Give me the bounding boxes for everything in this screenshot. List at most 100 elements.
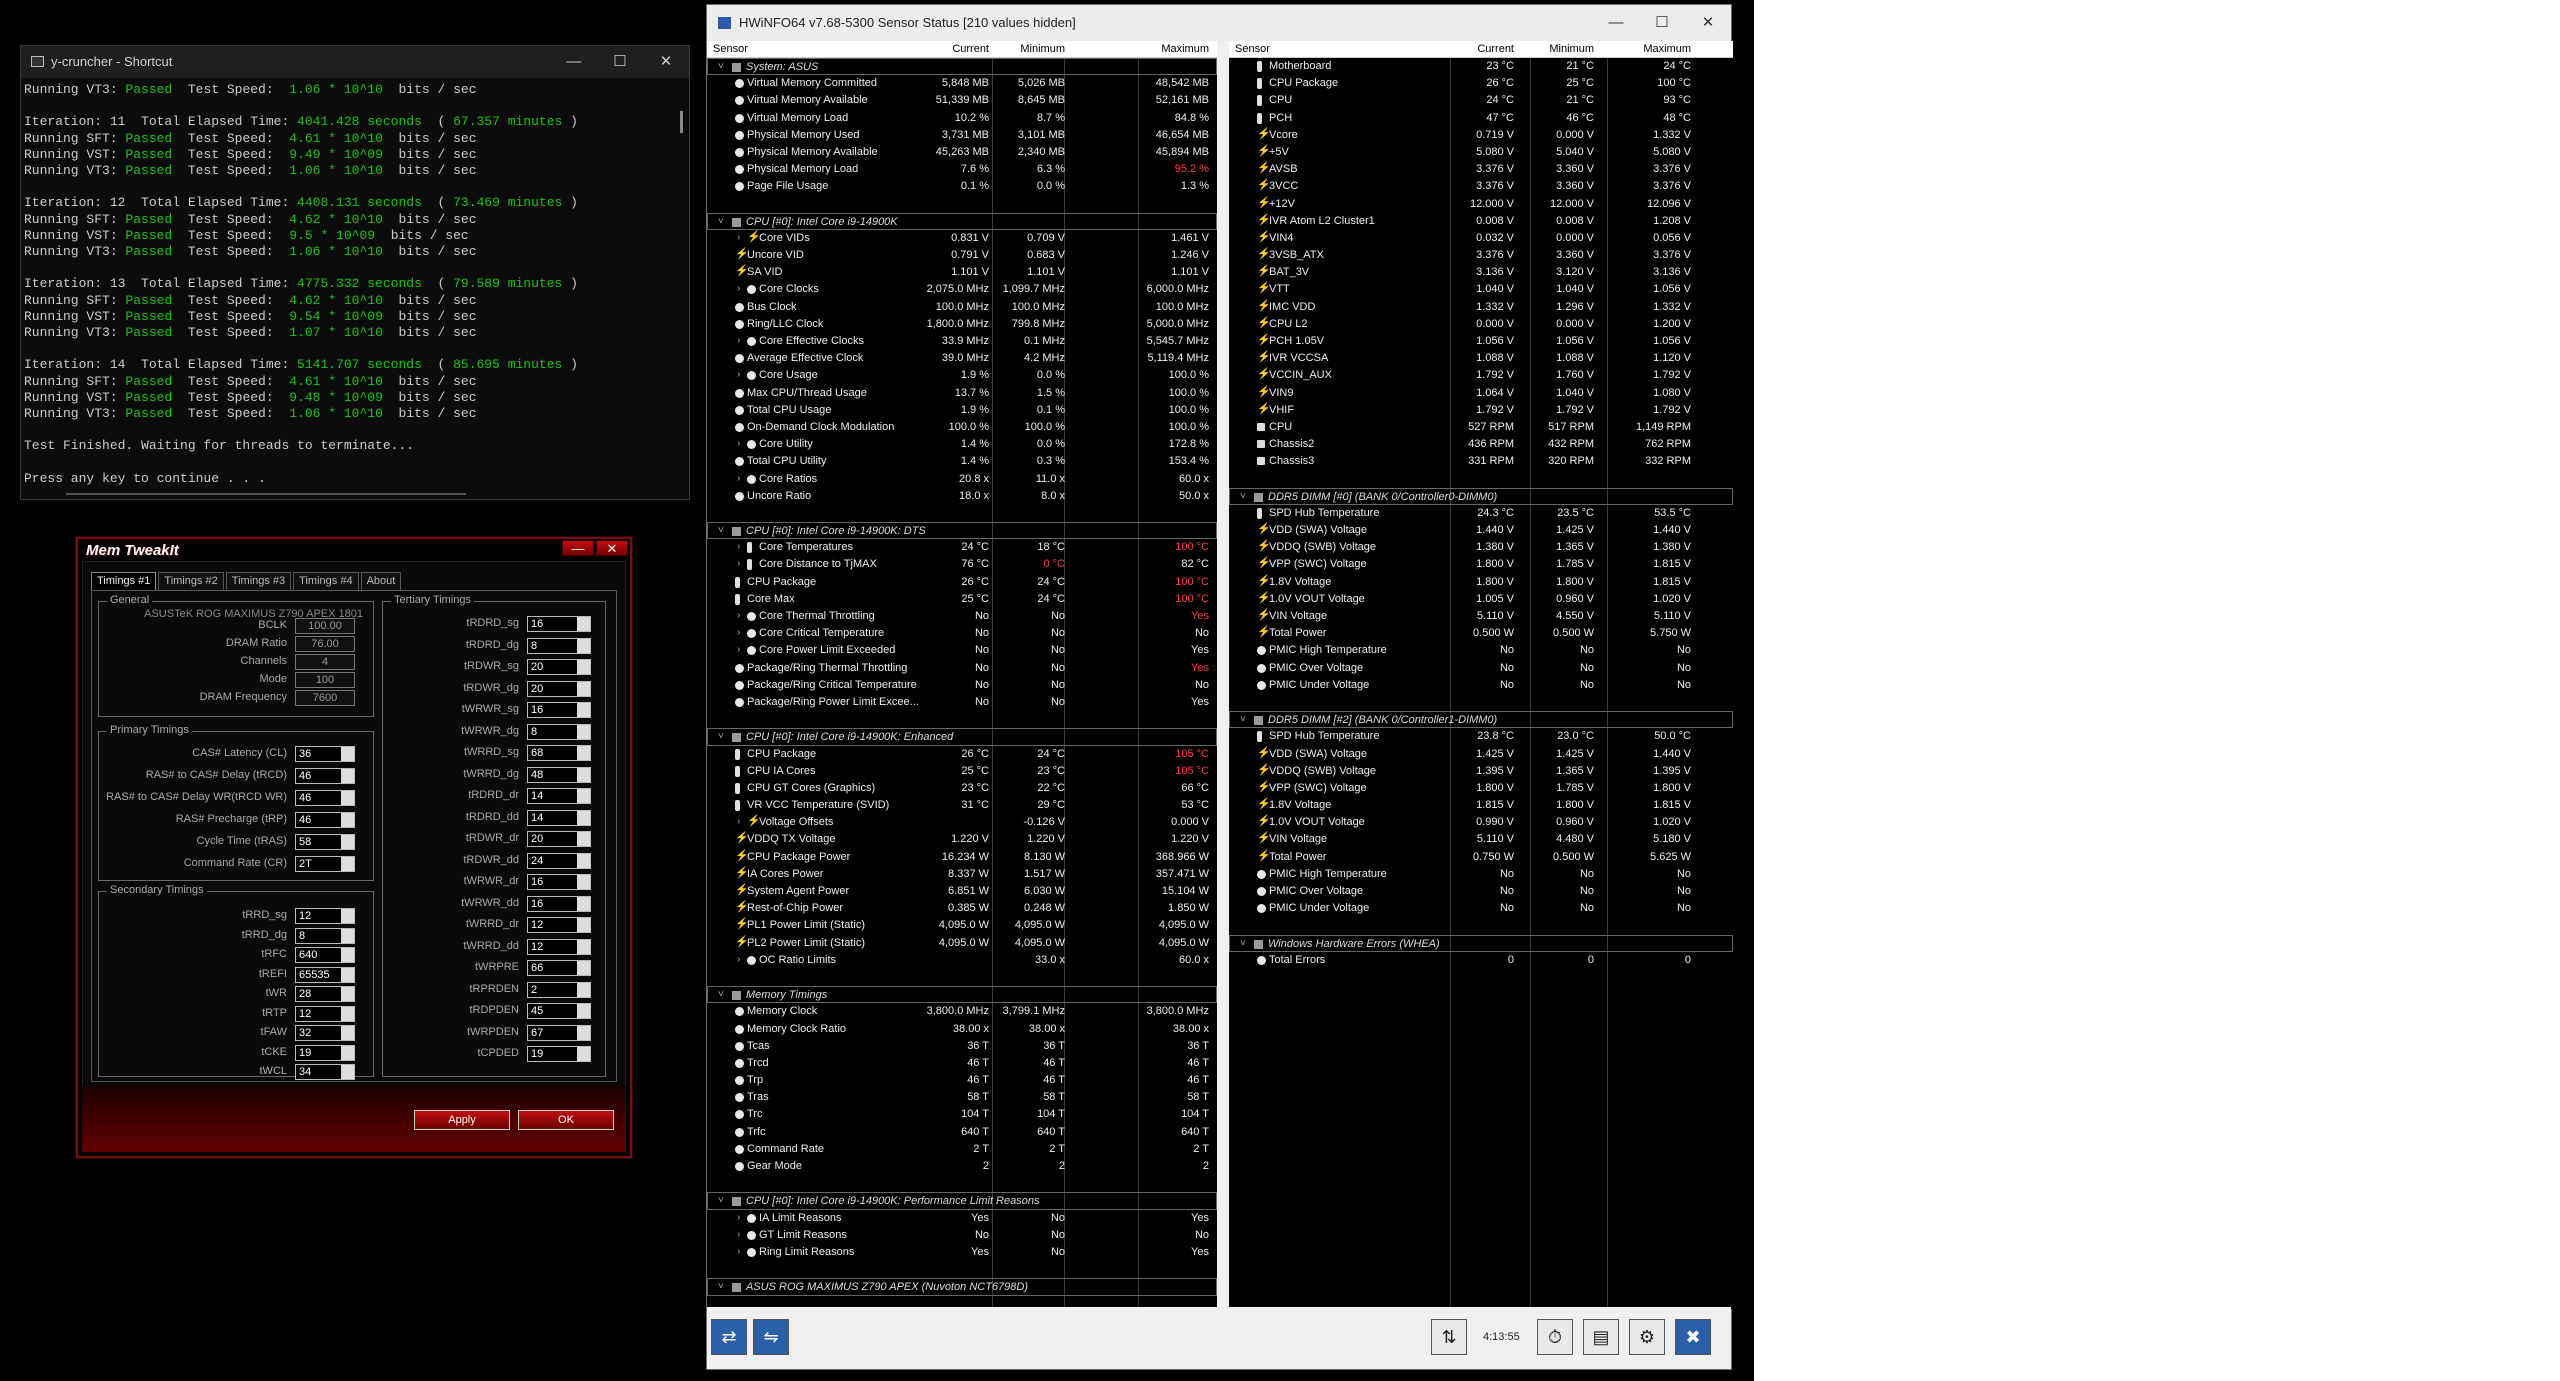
hwinfo-titlebar[interactable]: HWiNFO64 v7.68-5300 Sensor Status [210 v… — [707, 5, 1731, 41]
sensor-group-row[interactable]: ˅ Windows Hardware Errors (WHEA) — [1229, 934, 1733, 952]
maximize-icon[interactable]: ☐ — [597, 46, 643, 78]
timing-dropdown[interactable]: 58 — [295, 834, 355, 850]
timing-dropdown[interactable]: 14 — [527, 809, 591, 826]
sensor-row[interactable]: Virtual Memory Load 10.2 % 8.7 % 84.8 % — [707, 110, 1217, 127]
column-current[interactable]: Current — [1477, 43, 1514, 55]
timing-dropdown[interactable]: 45 — [527, 1003, 591, 1019]
sensor-row[interactable]: ⚡ 1.0V VOUT Voltage 0.990 V 0.960 V 1.020 V — [1229, 814, 1733, 831]
timing-dropdown[interactable]: 16 — [527, 616, 591, 632]
timing-dropdown[interactable]: 36 — [295, 746, 355, 762]
chevron-down-icon[interactable] — [341, 1026, 354, 1040]
column-minimum[interactable]: Minimum — [1020, 43, 1065, 55]
expand-arrow-icon[interactable]: › — [737, 954, 740, 965]
column-maximum[interactable]: Maximum — [1643, 43, 1691, 55]
timing-dropdown[interactable]: 65535 — [295, 966, 355, 983]
expand-chevron-icon[interactable]: ˅ — [718, 216, 724, 227]
sensor-row[interactable]: › Core Critical Temperature No No No — [707, 625, 1217, 642]
close-icon[interactable]: ✖ — [1675, 1319, 1711, 1355]
console-horizontal-scrollbar[interactable] — [66, 493, 466, 495]
sensor-row[interactable]: Total CPU Utility 1.4 % 0.3 % 153.4 % — [707, 453, 1217, 470]
column-current[interactable]: Current — [952, 43, 989, 55]
sensor-row[interactable]: ⚡ BAT_3V 3.136 V 3.120 V 3.136 V — [1229, 264, 1733, 281]
chevron-down-icon[interactable] — [341, 747, 354, 761]
sensor-row[interactable]: Package/Ring Thermal Throttling No No Yes — [707, 660, 1217, 677]
chevron-down-icon[interactable] — [577, 918, 590, 932]
collapse-arrows-icon[interactable]: ⇄ — [711, 1319, 747, 1355]
sensor-row[interactable]: › Core Power Limit Exceeded No No Yes — [707, 642, 1217, 659]
expand-arrow-icon[interactable]: › — [737, 369, 740, 380]
sensor-group-row[interactable]: ˅ CPU [#0]: Intel Core i9-14900K: DTS — [707, 522, 1217, 540]
sensor-row[interactable]: SPD Hub Temperature 23.8 °C 23.0 °C 50.0 °C — [1229, 728, 1733, 745]
chevron-down-icon[interactable] — [577, 660, 590, 674]
timing-dropdown[interactable]: 16 — [527, 702, 591, 718]
sensor-row[interactable]: ⚡ VPP (SWC) Voltage 1.800 V 1.785 V 1.815 V — [1229, 556, 1733, 573]
chevron-down-icon[interactable] — [577, 746, 590, 760]
sensor-row[interactable]: ⚡ VDDQ (SWB) Voltage 1.380 V 1.365 V 1.380 V — [1229, 539, 1733, 556]
sensor-row[interactable]: ⚡ SA VID 1.101 V 1.101 V 1.101 V — [707, 264, 1217, 281]
column-minimum[interactable]: Minimum — [1549, 43, 1594, 55]
expand-arrow-icon[interactable]: › — [737, 627, 740, 638]
sensor-row[interactable]: ⚡ VHIF 1.792 V 1.792 V 1.792 V — [1229, 402, 1733, 419]
sensor-row[interactable]: Chassis3 331 RPM 320 RPM 332 RPM — [1229, 453, 1733, 470]
chevron-down-icon[interactable] — [577, 982, 590, 997]
chevron-down-icon[interactable] — [577, 789, 590, 803]
timing-dropdown[interactable]: 12 — [527, 938, 591, 955]
timing-dropdown[interactable]: 8 — [295, 927, 355, 944]
sensor-row[interactable]: ⚡ CPU L2 0.000 V 0.000 V 1.200 V — [1229, 316, 1733, 333]
sensor-row[interactable]: › Core Distance to TjMAX 76 °C 0 °C 82 °C — [707, 556, 1217, 573]
chevron-down-icon[interactable] — [341, 813, 354, 827]
sensor-row[interactable]: ⚡ AVSB 3.376 V 3.360 V 3.376 V — [1229, 161, 1733, 178]
sensor-row[interactable]: Package/Ring Power Limit Excee... No No Yes — [707, 694, 1217, 711]
expand-arrow-icon[interactable]: › — [737, 1246, 740, 1257]
stopwatch-icon[interactable]: ⏱ — [1537, 1319, 1573, 1355]
chevron-down-icon[interactable] — [577, 638, 590, 653]
sensor-row[interactable]: ⚡ Vcore 0.719 V 0.000 V 1.332 V — [1229, 127, 1733, 144]
sensor-row[interactable]: CPU 24 °C 21 °C 93 °C — [1229, 92, 1733, 109]
column-maximum[interactable]: Maximum — [1161, 43, 1209, 55]
sensor-row[interactable]: CPU Package 26 °C 24 °C 100 °C — [707, 574, 1217, 591]
maximize-icon[interactable]: ☐ — [1639, 5, 1685, 41]
sensor-row[interactable]: Memory Clock 3,800.0 MHz 3,799.1 MHz 3,800.… — [707, 1003, 1217, 1020]
expand-chevron-icon[interactable]: ˅ — [718, 989, 724, 1000]
left-scrollbar[interactable] — [1217, 41, 1229, 1309]
sensor-row[interactable]: On-Demand Clock Modulation 100.0 % 100.0 %… — [707, 419, 1217, 436]
timing-dropdown[interactable]: 16 — [527, 895, 591, 912]
tab-timings-2[interactable]: Timings #2 — [158, 572, 224, 590]
sensor-row[interactable]: Tcas 36 T 36 T 36 T — [707, 1038, 1217, 1055]
sensor-row[interactable]: Tras 58 T 58 T 58 T — [707, 1089, 1217, 1106]
sensor-row[interactable]: Average Effective Clock 39.0 MHz 4.2 MHz 5,… — [707, 350, 1217, 367]
column-sensor[interactable]: Sensor — [713, 43, 748, 55]
network-icon[interactable]: ⇅ — [1431, 1319, 1467, 1355]
console-window[interactable]: y-cruncher - Shortcut — ☐ ✕ Running VT3:… — [20, 45, 690, 500]
sensor-row[interactable]: Trfc 640 T 640 T 640 T — [707, 1124, 1217, 1141]
sensor-row[interactable]: ⚡ 3VSB_ATX 3.376 V 3.360 V 3.376 V — [1229, 247, 1733, 264]
sensor-row[interactable]: › Ring Limit Reasons Yes No Yes — [707, 1244, 1217, 1261]
sensor-row[interactable]: ⚡ Rest-of-Chip Power 0.385 W 0.248 W 1.850 W — [707, 900, 1217, 917]
sensor-row[interactable]: Max CPU/Thread Usage 13.7 % 1.5 % 100.0 % — [707, 385, 1217, 402]
sensor-group-row[interactable]: ˅ CPU [#0]: Intel Core i9-14900K: Enhance… — [707, 728, 1217, 746]
expand-chevron-icon[interactable]: ˅ — [718, 61, 724, 72]
sensor-row[interactable]: › IA Limit Reasons Yes No Yes — [707, 1210, 1217, 1227]
sensor-row[interactable]: Ring/LLC Clock 1,800.0 MHz 799.8 MHz 5,000.… — [707, 316, 1217, 333]
minimize-icon[interactable]: — — [551, 46, 597, 78]
timing-dropdown[interactable]: 8 — [527, 723, 591, 740]
ok-button[interactable]: OK — [518, 1110, 614, 1130]
sensor-row[interactable]: PMIC Over Voltage No No No — [1229, 883, 1733, 900]
sensor-row[interactable]: ⚡ PL2 Power Limit (Static) 4,095.0 W 4,095.… — [707, 935, 1217, 952]
sensor-row[interactable]: Total Errors 0 0 0 — [1229, 952, 1733, 969]
sensor-row[interactable]: ⚡ IVR Atom L2 Cluster1 0.008 V 0.008 V 1.208… — [1229, 213, 1733, 230]
sensor-group-row[interactable]: ˅ DDR5 DIMM [#0] (BANK 0/Controller0-DIMM… — [1229, 487, 1733, 505]
sensor-row[interactable]: Page File Usage 0.1 % 0.0 % 1.3 % — [707, 178, 1217, 195]
sensor-row[interactable]: ⚡ 3VCC 3.376 V 3.360 V 3.376 V — [1229, 178, 1733, 195]
expand-chevron-icon[interactable]: ˅ — [718, 731, 724, 742]
sensor-row[interactable]: Trc 104 T 104 T 104 T — [707, 1106, 1217, 1123]
sensor-list-right[interactable]: Sensor Current Minimum Maximum Motherboard 23… — [1229, 41, 1733, 1309]
timing-dropdown[interactable]: 68 — [527, 745, 591, 761]
chevron-down-icon[interactable] — [577, 832, 590, 846]
expand-arrow-icon[interactable]: › — [737, 232, 740, 243]
sensor-row[interactable]: › Core Clocks 2,075.0 MHz 1,099.7 MHz 6,000.… — [707, 281, 1217, 298]
expand-chevron-icon[interactable]: ˅ — [1240, 714, 1246, 725]
sensor-row[interactable]: ⚡ VTT 1.040 V 1.040 V 1.056 V — [1229, 281, 1733, 298]
chevron-down-icon[interactable] — [341, 857, 354, 871]
timing-dropdown[interactable]: 20 — [527, 831, 591, 847]
